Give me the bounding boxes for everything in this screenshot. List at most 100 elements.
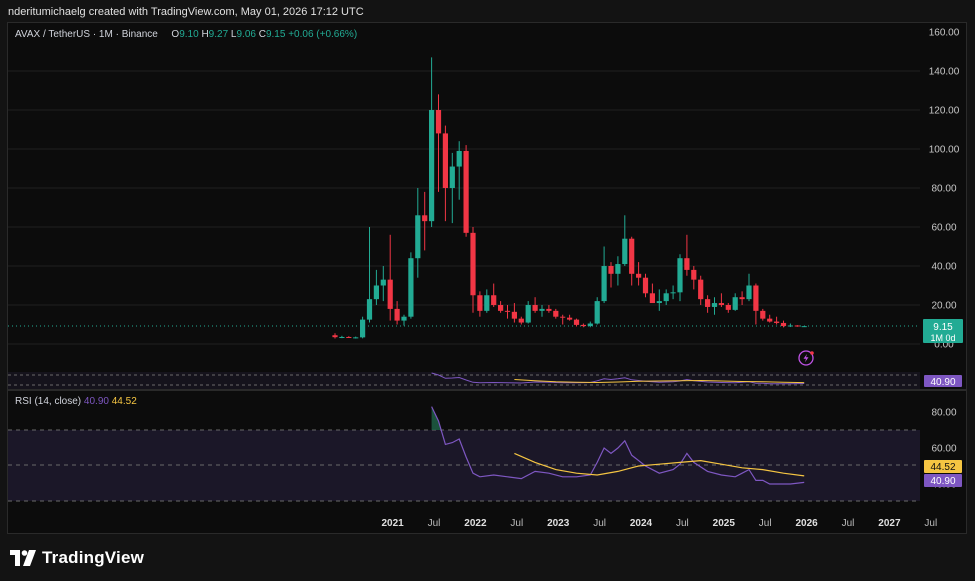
rsi-ma-badge-value: 44.52 (930, 462, 955, 473)
chart-area[interactable]: 0.00 20.00 40.00 60.00 80.00 100.00 120.00 140.… (7, 22, 967, 534)
candle (456, 141, 462, 200)
price-tick-label: 40.00 (931, 262, 956, 273)
time-tick-label: 2021 (381, 518, 404, 529)
high-label: H (201, 29, 209, 40)
candle (366, 227, 373, 323)
time-tick-label: 2025 (713, 518, 736, 529)
rsi-pane (8, 406, 920, 502)
mini-rsi-badge: 40.90 (924, 375, 962, 388)
candle (470, 227, 476, 313)
candle (753, 283, 759, 325)
candle (663, 289, 669, 305)
candle (580, 323, 586, 328)
candle (353, 336, 359, 339)
candle (760, 308, 766, 321)
candle (422, 191, 428, 251)
candle (435, 94, 442, 192)
tradingview-logo-icon (10, 550, 36, 566)
candle (491, 283, 497, 307)
candle (711, 297, 718, 315)
time-tick-label: Jul (428, 518, 441, 529)
candle (656, 289, 662, 311)
candles-layer (332, 57, 807, 339)
rsi-value-badge: 40.90 (924, 474, 962, 487)
rsi-tick-label: 80.00 (931, 408, 956, 419)
time-tick-label: 2023 (547, 518, 570, 529)
candle (732, 293, 738, 311)
lightning-alert-icon[interactable] (798, 350, 814, 366)
candle (594, 297, 600, 325)
candle (380, 266, 386, 302)
candle (691, 266, 697, 290)
time-tick-label: 2027 (878, 518, 901, 529)
candle (677, 254, 683, 302)
candle (525, 301, 531, 324)
candle (787, 323, 793, 328)
footer-bar (0, 538, 975, 581)
candle (415, 188, 421, 278)
candle (622, 215, 628, 266)
candle (739, 291, 745, 305)
candle (463, 145, 469, 237)
rsi-value-badge-value: 40.90 (930, 476, 955, 487)
candle (387, 234, 393, 321)
last-price-badge: 9.15 1M 0d (923, 319, 963, 343)
rsi-legend-value: 40.90 (83, 396, 109, 407)
open-value: 9.10 (179, 29, 199, 40)
high-value: 9.27 (208, 29, 229, 40)
rsi-legend[interactable]: RSI (14, close) 40.90 44.52 (15, 396, 137, 407)
candle (546, 305, 552, 313)
symbol-legend[interactable]: AVAX / TetherUS · 1M · Binance O9.10 H9.… (15, 29, 357, 40)
price-tick-label: 140.00 (929, 67, 960, 78)
candle (601, 246, 607, 304)
candle (477, 291, 483, 317)
time-tick-label: Jul (842, 518, 855, 529)
price-tick-label: 80.00 (931, 184, 956, 195)
candle (401, 314, 407, 326)
candle (670, 285, 676, 300)
candle (408, 252, 414, 319)
tradingview-logo-text: TradingView (42, 548, 145, 567)
candle (360, 316, 366, 339)
candle (684, 234, 690, 276)
mini-rsi-strip (8, 372, 920, 389)
time-tick-label: Jul (759, 518, 772, 529)
rsi-title: RSI (14, close) (15, 396, 82, 407)
candle (794, 325, 800, 327)
candle (511, 303, 517, 323)
time-tick-label: Jul (924, 518, 937, 529)
time-axis[interactable]: 2021 Jul 2022 Jul 2023 Jul 2024 Jul 2025 Jul 2026 J… (381, 518, 937, 529)
candle (498, 301, 504, 313)
price-axis[interactable]: 0.0020.0040.0060.0080.00100.00120.00140.… (929, 28, 960, 351)
candle (774, 316, 780, 325)
rsi-ma-badge: 44.52 (924, 460, 962, 473)
candle (560, 314, 566, 325)
tradingview-logo[interactable]: TradingView (10, 548, 144, 568)
rsi-legend-ma-value: 44.52 (111, 396, 137, 407)
close-value: 9.15 (265, 29, 286, 40)
candle (642, 273, 649, 298)
last-price-value: 9.15 (933, 322, 953, 333)
candle (339, 335, 345, 339)
candle (780, 320, 787, 328)
candle (484, 289, 490, 313)
time-tick-label: 2024 (630, 518, 653, 529)
candle (615, 256, 621, 286)
change-value: +0.06 (+0.66%) (288, 29, 358, 40)
candle (449, 152, 455, 224)
candle (553, 308, 559, 319)
low-value: 9.06 (236, 29, 256, 40)
candle (567, 314, 573, 321)
time-tick-label: 2022 (464, 518, 487, 529)
candle (746, 273, 752, 302)
time-tick-label: Jul (676, 518, 689, 529)
candle (767, 314, 773, 323)
time-tick-label: Jul (593, 518, 606, 529)
candle (539, 305, 545, 317)
candle (504, 305, 511, 319)
time-tick-label: 2026 (795, 518, 818, 529)
candle (442, 125, 448, 222)
candle (373, 269, 379, 305)
price-tick-label: 160.00 (929, 28, 960, 39)
bar-countdown: 1M 0d (930, 333, 955, 343)
